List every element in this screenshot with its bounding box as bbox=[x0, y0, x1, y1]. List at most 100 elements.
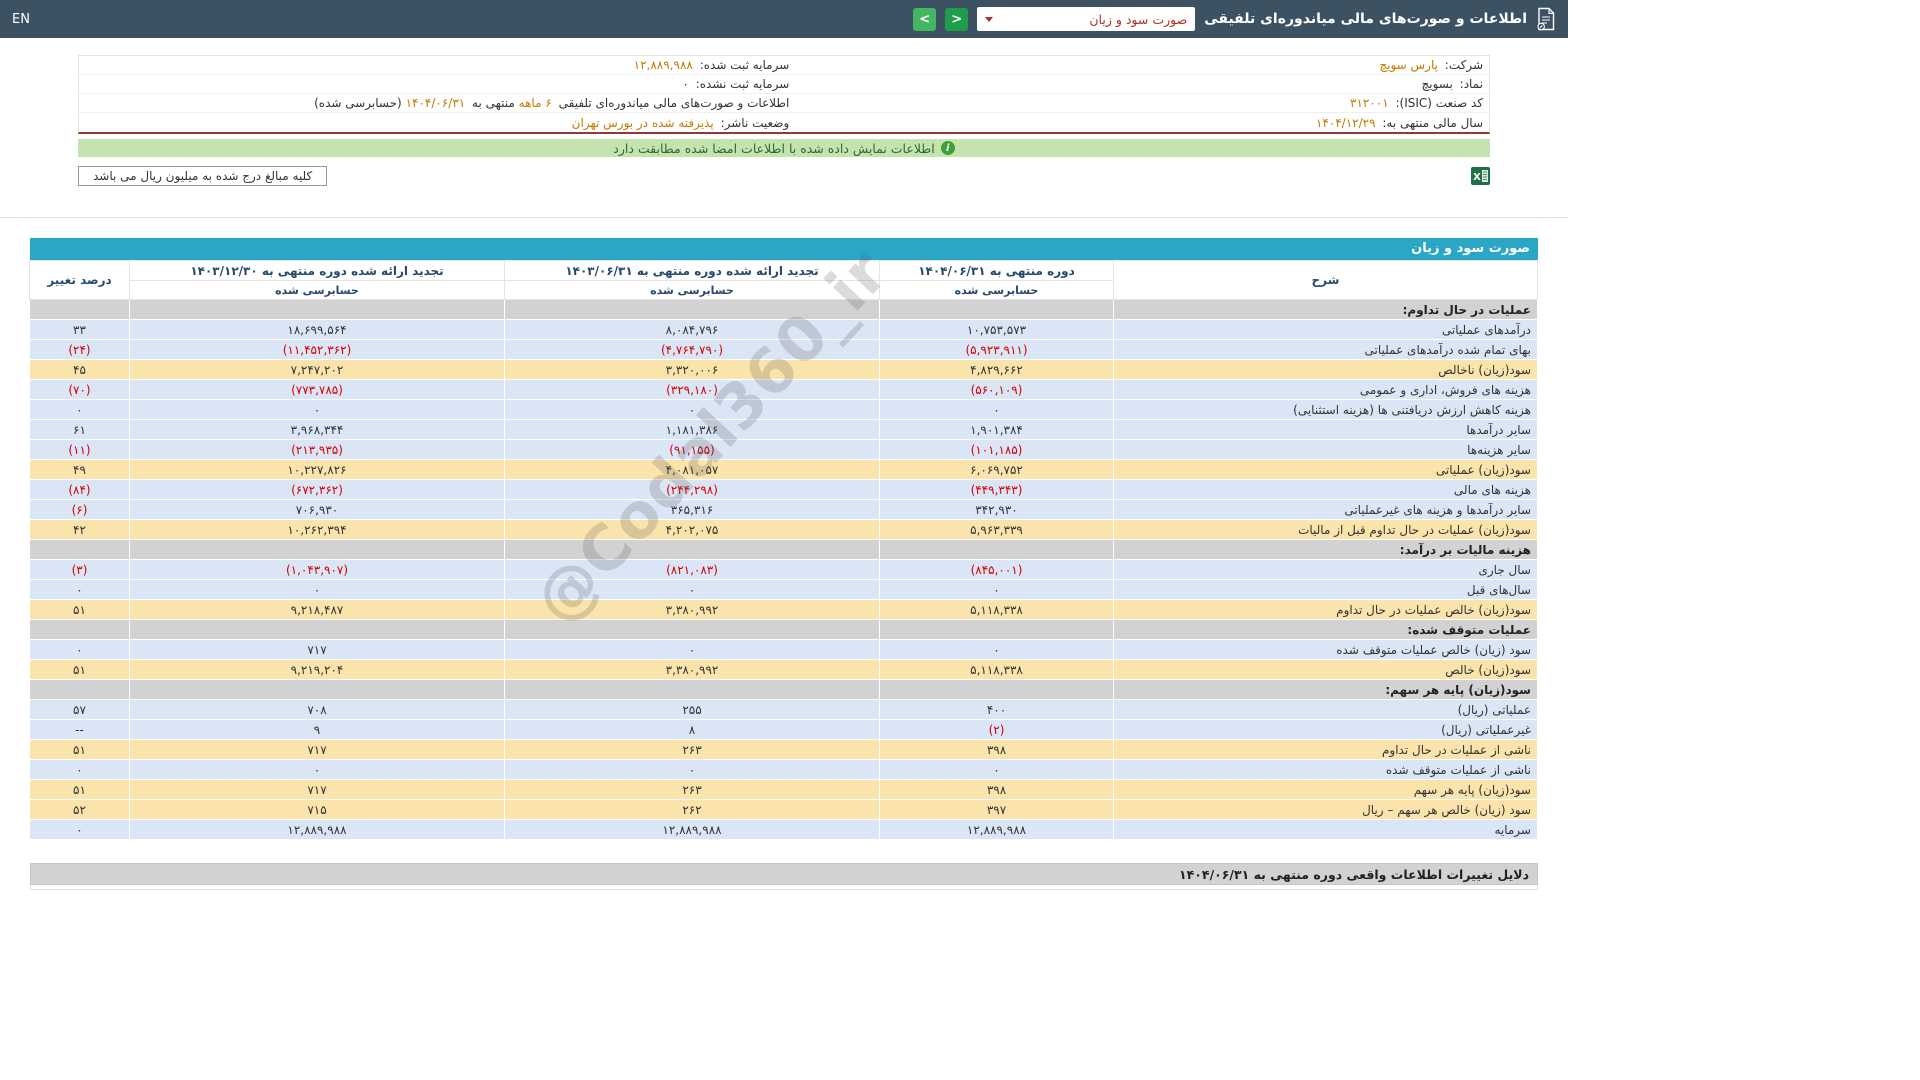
value-cell: ۲۶۳ bbox=[505, 740, 880, 760]
value-cell bbox=[505, 540, 880, 560]
row-label: عملیات در حال تداوم: bbox=[1114, 300, 1538, 320]
statement-row: سایر هزینه‌ها(۱۰۱,۱۸۵)(۹۱,۱۵۵)(۲۱۳,۹۳۵)(… bbox=[30, 440, 1538, 460]
statement-row: هزینه های فروش، اداری و عمومی(۵۶۰,۱۰۹)(۳… bbox=[30, 380, 1538, 400]
change-percent-cell bbox=[30, 680, 130, 700]
statement-row: سود(زیان) ناخالص۴,۸۲۹,۶۶۲۳,۳۲۰,۰۰۶۷,۲۴۷,… bbox=[30, 360, 1538, 380]
value-cell bbox=[505, 620, 880, 640]
row-label: سایر درآمدها bbox=[1114, 420, 1538, 440]
value-cell: ۴,۲۰۲,۰۷۵ bbox=[505, 520, 880, 540]
change-percent-cell bbox=[30, 620, 130, 640]
value-cell: ۵,۱۱۸,۳۳۸ bbox=[880, 660, 1114, 680]
value-cell: ۸ bbox=[505, 720, 880, 740]
value-cell bbox=[130, 680, 505, 700]
page-container: اطلاعات و صورت‌های مالی میاندوره‌ای تلفی… bbox=[0, 0, 1568, 890]
value-cell: (۱۱,۴۵۲,۳۶۲) bbox=[130, 340, 505, 360]
section-header-row: سود(زیان) پایه هر سهم: bbox=[30, 680, 1538, 700]
col-header-period-current: دوره منتهی به ۱۴۰۴/۰۶/۳۱ bbox=[880, 261, 1114, 281]
change-percent-cell: ۵۱ bbox=[30, 740, 130, 760]
excel-export-icon[interactable]: X bbox=[1471, 167, 1490, 185]
value-cell: (۵۶۰,۱۰۹) bbox=[880, 380, 1114, 400]
value-cell bbox=[880, 540, 1114, 560]
next-statement-button[interactable]: > bbox=[945, 8, 968, 31]
value-cell: (۲۴۴,۲۹۸) bbox=[505, 480, 880, 500]
value-cell: (۱,۰۴۳,۹۰۷) bbox=[130, 560, 505, 580]
row-label: سال‌های قبل bbox=[1114, 580, 1538, 600]
english-language-link[interactable]: EN bbox=[12, 12, 30, 27]
value-cell bbox=[880, 680, 1114, 700]
statement-header: شرح دوره منتهی به ۱۴۰۴/۰۶/۳۱ تجدید ارائه… bbox=[30, 261, 1538, 300]
value-cell: ۲۶۳ bbox=[505, 780, 880, 800]
value-cell: (۳۲۹,۱۸۰) bbox=[505, 380, 880, 400]
field-value: ۱۲,۸۸۹,۹۸۸ bbox=[634, 58, 693, 72]
field-label: سال مالی منتهی به: bbox=[1382, 116, 1483, 130]
value-cell: ۹ bbox=[130, 720, 505, 740]
income-statement: صورت سود و زیان شرح دوره منتهی به ۱۴۰۴/۰… bbox=[30, 238, 1538, 840]
company-info: شرکت: پارس سویچ سرمایه ثبت شده: ۱۲,۸۸۹,۹… bbox=[78, 55, 1490, 134]
field-label: وضعیت ناشر: bbox=[721, 116, 790, 130]
statement-row: بهای تمام شده درآمدهای عملیاتی(۵,۹۲۳,۹۱۱… bbox=[30, 340, 1538, 360]
row-label: سود (زیان) خالص هر سهم – ریال bbox=[1114, 800, 1538, 820]
value-cell: ۱۰,۲۶۲,۳۹۴ bbox=[130, 520, 505, 540]
value-cell: ۰ bbox=[130, 400, 505, 420]
change-percent-cell: ۶۱ bbox=[30, 420, 130, 440]
change-percent-cell: ۵۷ bbox=[30, 700, 130, 720]
value-cell bbox=[505, 300, 880, 320]
value-cell: ۰ bbox=[130, 580, 505, 600]
value-cell: ۹,۲۱۸,۴۸۷ bbox=[130, 600, 505, 620]
statement-row: هزینه های مالی(۴۴۹,۳۴۳)(۲۴۴,۲۹۸)(۶۷۲,۳۶۲… bbox=[30, 480, 1538, 500]
value-cell: (۸۲۱,۰۸۳) bbox=[505, 560, 880, 580]
page-title: اطلاعات و صورت‌های مالی میاندوره‌ای تلفی… bbox=[1204, 11, 1527, 27]
field-value: پذیرفته شده در بورس تهران bbox=[572, 116, 714, 130]
statement-row: سود(زیان) عملیاتی۶,۰۶۹,۷۵۲۴,۰۸۱,۰۵۷۱۰,۲۲… bbox=[30, 460, 1538, 480]
change-percent-cell: ۴۹ bbox=[30, 460, 130, 480]
field-label: منتهی به bbox=[472, 96, 515, 110]
field-label: نماد: bbox=[1460, 77, 1483, 91]
change-percent-cell: (۲۴) bbox=[30, 340, 130, 360]
row-label: عملیات متوقف شده: bbox=[1114, 620, 1538, 640]
row-label: سود(زیان) عملیاتی bbox=[1114, 460, 1538, 480]
statement-row: ناشی از عملیات متوقف شده۰۰۰۰ bbox=[30, 760, 1538, 780]
value-cell: ۱,۹۰۱,۳۸۴ bbox=[880, 420, 1114, 440]
row-label: سود(زیان) خالص bbox=[1114, 660, 1538, 680]
value-cell: ۹,۲۱۹,۲۰۴ bbox=[130, 660, 505, 680]
row-label: عملیاتی (ریال) bbox=[1114, 700, 1538, 720]
value-cell: ۰ bbox=[505, 640, 880, 660]
row-label: سرمایه bbox=[1114, 820, 1538, 840]
col-header-period-prior: تجدید ارائه شده دوره منتهی به ۱۴۰۳/۰۶/۳۱ bbox=[505, 261, 880, 281]
value-cell: (۹۱,۱۵۵) bbox=[505, 440, 880, 460]
change-percent-cell: (۸۴) bbox=[30, 480, 130, 500]
statement-type-select[interactable]: صورت سود و زیان bbox=[977, 7, 1195, 31]
value-cell: ۰ bbox=[880, 760, 1114, 780]
svg-text:X: X bbox=[1473, 172, 1481, 183]
change-percent-cell: ۵۱ bbox=[30, 660, 130, 680]
change-percent-cell: ۰ bbox=[30, 760, 130, 780]
value-cell: ۷۰۶,۹۳۰ bbox=[130, 500, 505, 520]
value-cell bbox=[505, 680, 880, 700]
col-subheader-audited: حسابرسی شده bbox=[880, 281, 1114, 300]
col-header-period-yearend: تجدید ارائه شده دوره منتهی به ۱۴۰۳/۱۲/۳۰ bbox=[130, 261, 505, 281]
value-cell bbox=[130, 540, 505, 560]
change-percent-cell: ۰ bbox=[30, 820, 130, 840]
value-cell: ۳۶۵,۳۱۶ bbox=[505, 500, 880, 520]
document-report-icon bbox=[1536, 7, 1556, 31]
value-cell: ۱۰,۲۲۷,۸۲۶ bbox=[130, 460, 505, 480]
row-label: ناشی از عملیات متوقف شده bbox=[1114, 760, 1538, 780]
value-cell: ۰ bbox=[505, 400, 880, 420]
value-cell: ۰ bbox=[505, 580, 880, 600]
value-cell: ۱,۱۸۱,۳۸۶ bbox=[505, 420, 880, 440]
value-cell: ۲۶۲ bbox=[505, 800, 880, 820]
registered-capital-field: سرمایه ثبت شده: ۱۲,۸۸۹,۹۸۸ bbox=[79, 58, 795, 72]
change-percent-cell: ۳۳ bbox=[30, 320, 130, 340]
value-cell: ۳۹۸ bbox=[880, 780, 1114, 800]
statement-row: سود(زیان) خالص عملیات در حال تداوم۵,۱۱۸,… bbox=[30, 600, 1538, 620]
value-cell: ۰ bbox=[880, 580, 1114, 600]
value-cell: (۱۰۱,۱۸۵) bbox=[880, 440, 1114, 460]
topbar: اطلاعات و صورت‌های مالی میاندوره‌ای تلفی… bbox=[0, 0, 1568, 38]
previous-statement-button[interactable]: < bbox=[913, 8, 936, 31]
change-percent-cell: ۰ bbox=[30, 400, 130, 420]
field-value: پارس سویچ bbox=[1379, 58, 1438, 72]
value-cell: ۳,۳۲۰,۰۰۶ bbox=[505, 360, 880, 380]
field-label: اطلاعات و صورت‌های مالی میاندوره‌ای تلفی… bbox=[559, 96, 790, 110]
value-cell: (۲) bbox=[880, 720, 1114, 740]
report-period-field: اطلاعات و صورت‌های مالی میاندوره‌ای تلفی… bbox=[79, 96, 795, 110]
